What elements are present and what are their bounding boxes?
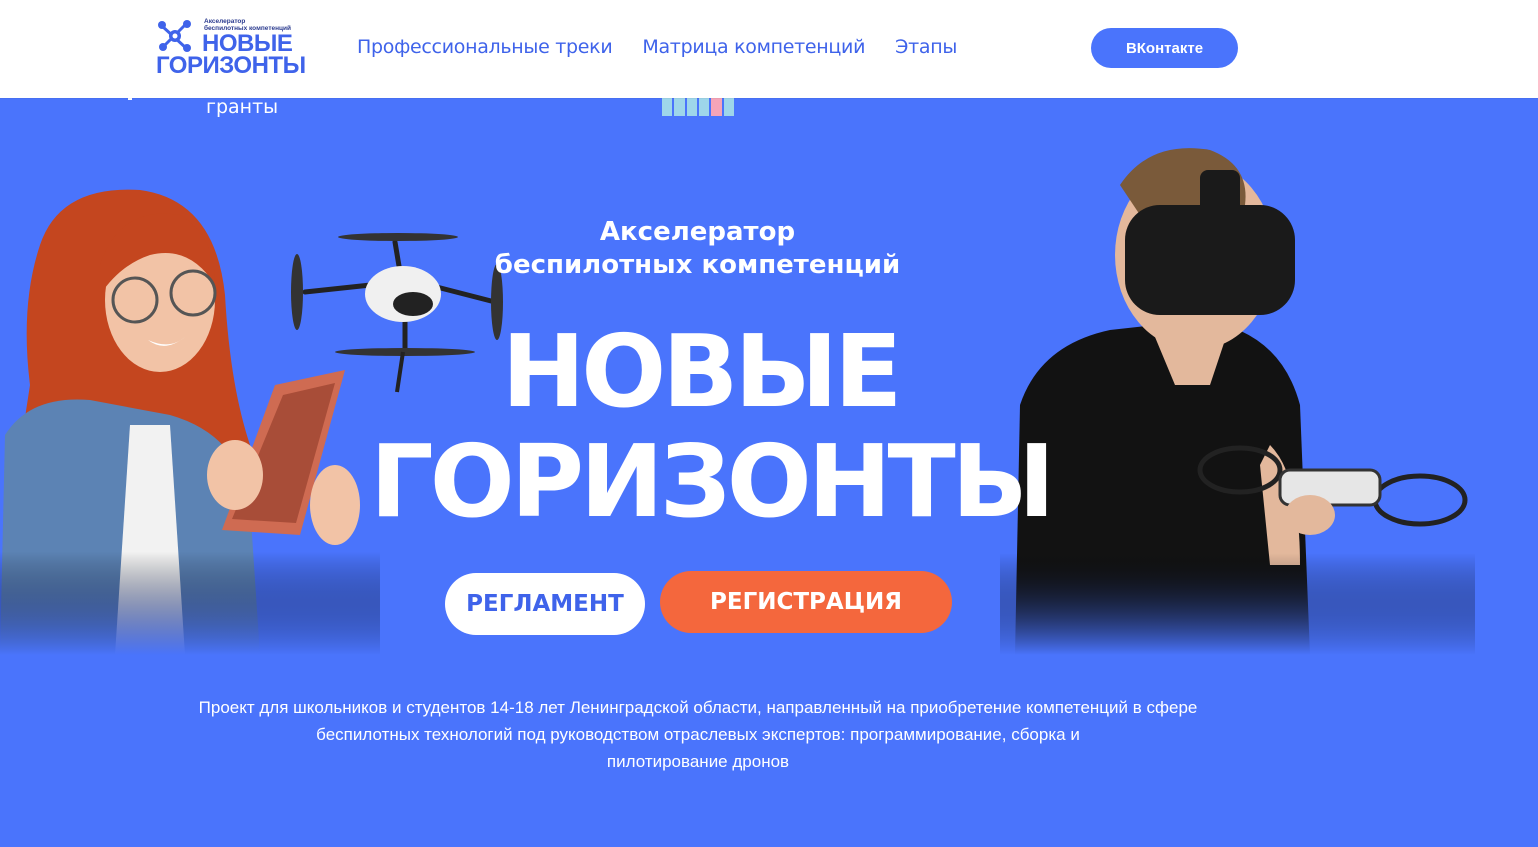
hero-title-line-1: НОВЫЕ — [501, 313, 903, 430]
description-line-1: Проект для школьников и студентов 14-18 … — [198, 698, 1198, 717]
project-description: Проект для школьников и студентов 14-18 … — [150, 694, 1246, 775]
description-line-2: беспилотных технологий под руководством … — [316, 725, 1080, 744]
nav-link-competence-matrix[interactable]: Матрица компетенций — [642, 36, 865, 58]
hero-title: НОВЫЕ ГОРИЗОНТЫ — [370, 313, 1055, 540]
hero-title-line-2: ГОРИЗОНТЫ — [370, 423, 1055, 540]
nav-link-stages[interactable]: Этапы — [895, 36, 957, 58]
logo-line-2: ГОРИЗОНТЫ — [156, 52, 306, 79]
hero-subtitle-line-1: Акселератор — [599, 217, 796, 247]
boy-with-vr-headset-image — [1000, 145, 1475, 655]
vk-button[interactable]: ВКонтакте — [1091, 28, 1238, 68]
main-nav: Профессиональные треки Матрица компетенц… — [357, 36, 957, 58]
logo-wordmark: НОВЫЕ ГОРИЗОНТЫ — [156, 32, 306, 79]
hero-subtitle: Акселератор беспилотных компетенций — [440, 216, 955, 282]
site-header: Акселератор беспилотных компетенций НОВЫ… — [0, 0, 1538, 98]
rules-button[interactable]: РЕГЛАМЕНТ — [445, 573, 645, 635]
logo[interactable]: Акселератор беспилотных компетенций НОВЫ… — [156, 16, 316, 80]
grants-text: гранты — [206, 96, 279, 118]
nav-link-tracks[interactable]: Профессиональные треки — [357, 36, 613, 58]
description-line-3: пилотирование дронов — [606, 752, 790, 771]
hero-subtitle-line-2: беспилотных компетенций — [494, 250, 901, 280]
matrix-thumbnail — [662, 98, 734, 116]
register-button[interactable]: РЕГИСТРАЦИЯ — [660, 571, 952, 633]
